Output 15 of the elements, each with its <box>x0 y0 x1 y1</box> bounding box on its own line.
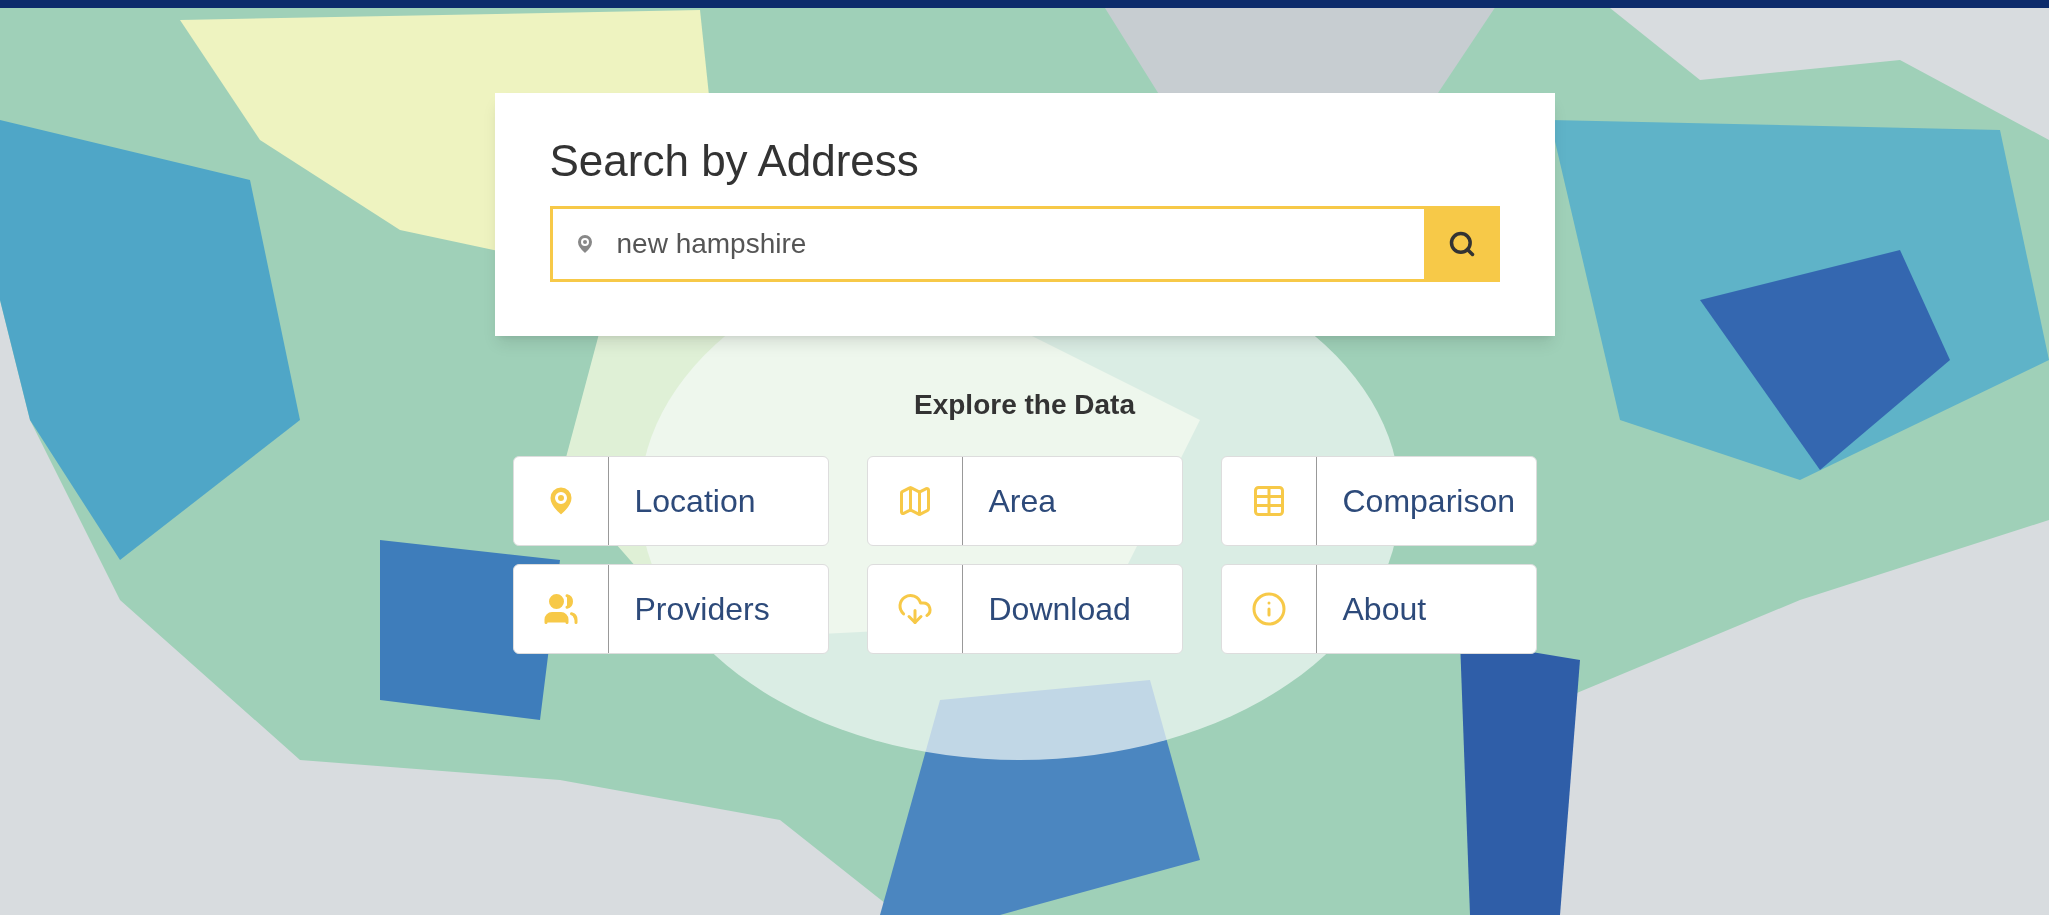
address-input[interactable]: new hampshire <box>549 206 1424 282</box>
address-input-text[interactable]: new hampshire <box>616 223 1404 265</box>
search-icon <box>1447 230 1476 258</box>
explore-button[interactable]: Comparison <box>1220 456 1537 546</box>
explore-button[interactable]: Download <box>866 564 1183 654</box>
cloud-download-icon <box>896 591 933 627</box>
explore-button[interactable]: Location <box>512 456 829 546</box>
search-button[interactable] <box>1423 206 1500 282</box>
explore-title: Explore the Data <box>914 388 1135 422</box>
info-icon <box>1250 591 1287 627</box>
explore-button[interactable]: Providers <box>512 564 829 654</box>
search-title: Search by Address <box>549 135 920 187</box>
explore-button[interactable]: Area <box>866 456 1183 546</box>
people-icon <box>542 591 579 627</box>
explore-button[interactable]: About <box>1220 564 1537 654</box>
